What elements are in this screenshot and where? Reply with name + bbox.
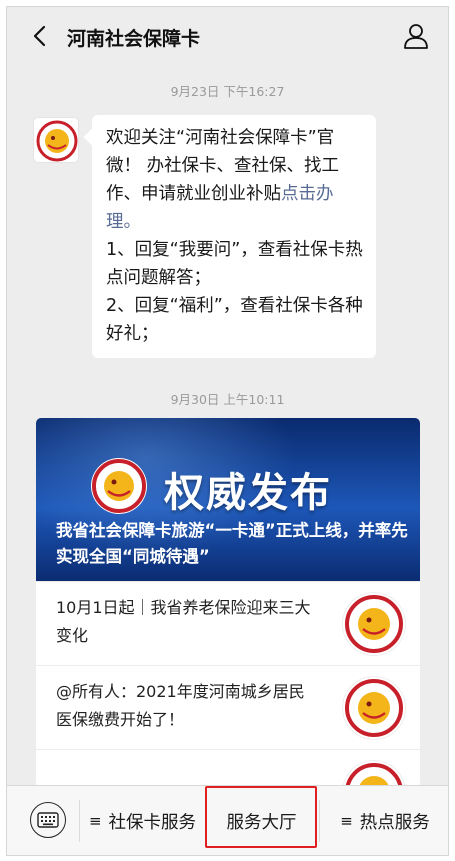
banner-title: 权威发布 <box>164 470 332 516</box>
keyboard-icon <box>37 812 59 828</box>
welcome-message-bubble: 欢迎关注“河南社会保障卡”官微！ 办社保卡、查社保、找工作、申请就业创业补贴点击… <box>92 115 376 358</box>
menu-icon: ≡ <box>88 812 102 830</box>
menu-item-label: 服务大厅 <box>226 812 297 833</box>
menu-item-hot-services[interactable]: ≡ 热点服务 <box>320 786 448 855</box>
message-timestamp: 9月30日 上午10:11 <box>170 392 285 407</box>
social-security-logo-icon <box>36 120 78 162</box>
reply-hint-2: 2、回复“福利”，查看社保卡各种好礼； <box>106 296 363 344</box>
chat-header: 河南社会保障卡 <box>7 7 448 65</box>
article-banner[interactable]: 权威发布 我省社会保障卡旅游“一卡通”正式上线，并率先实现全国“同城待遇” <box>36 418 420 581</box>
social-security-logo-icon <box>345 679 403 737</box>
article-list-item[interactable]: 10月1日起｜我省养老保险迎来三大变化 <box>36 581 420 665</box>
menu-item-label: 社保卡服务 <box>108 812 197 833</box>
keyboard-toggle-button[interactable] <box>30 802 66 838</box>
article-item-title: 10月1日起｜我省养老保险迎来三大变化 <box>56 598 311 645</box>
article-list-item[interactable] <box>36 749 420 788</box>
article-headline: 我省社会保障卡旅游“一卡通”正式上线，并率先实现全国“同城待遇” <box>56 521 408 566</box>
menu-item-label: 热点服务 <box>359 812 430 833</box>
article-thumbnail <box>342 676 406 740</box>
account-avatar[interactable] <box>33 117 79 163</box>
back-button[interactable] <box>29 24 53 48</box>
chevron-left-icon <box>33 25 46 47</box>
article-card: 权威发布 我省社会保障卡旅游“一卡通”正式上线，并率先实现全国“同城待遇” 10… <box>36 418 420 788</box>
article-thumbnail <box>342 760 406 788</box>
person-icon <box>404 24 428 49</box>
menu-icon: ≡ <box>340 812 353 830</box>
article-item-title: @所有人：2021年度河南城乡居民医保缴费开始了！ <box>56 682 305 729</box>
social-security-logo-icon <box>92 459 146 513</box>
social-security-logo-icon <box>345 763 403 788</box>
message-timestamp: 9月23日 下午16:27 <box>170 84 285 99</box>
menu-item-social-card-service[interactable]: ≡ 社保卡服务 <box>80 786 205 855</box>
phone-frame: 河南社会保障卡 9月23日 下午16:27 欢迎关注“河南社会保障卡”官微！ 办… <box>6 6 449 856</box>
article-thumbnail <box>342 592 406 656</box>
chat-title: 河南社会保障卡 <box>67 28 201 50</box>
banner-logo <box>91 458 147 514</box>
profile-button[interactable] <box>402 22 430 50</box>
bottom-menu: ≡ 社保卡服务 服务大厅 ≡ 热点服务 <box>7 785 448 855</box>
welcome-paragraph: 欢迎关注“河南社会保障卡”官微！ 办社保卡、查社保、找工作、申请就业创业补贴点击… <box>106 124 364 236</box>
reply-hint-1: 1、回复“我要问”，查看社保卡热点问题解答； <box>106 240 363 288</box>
social-security-logo-icon <box>345 595 403 653</box>
menu-item-service-hall[interactable]: 服务大厅 <box>206 786 317 855</box>
article-list-item[interactable]: @所有人：2021年度河南城乡居民医保缴费开始了！ <box>36 665 420 749</box>
